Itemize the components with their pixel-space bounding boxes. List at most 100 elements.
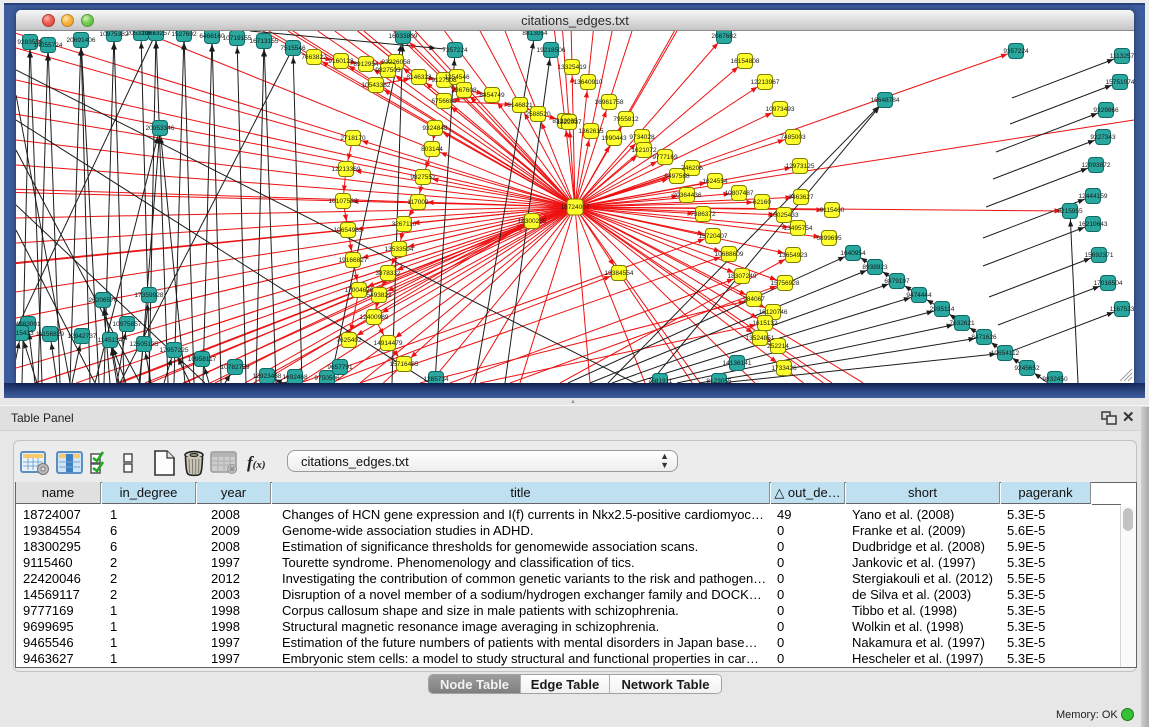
svg-text:19384554: 19384554 (605, 270, 634, 277)
svg-text:1145134: 1145134 (98, 337, 123, 344)
svg-text:6879197: 6879197 (884, 278, 910, 285)
svg-text:10958117: 10958117 (188, 356, 217, 363)
svg-text:10973493: 10973493 (766, 106, 795, 113)
svg-text:12093872: 12093872 (1082, 162, 1111, 169)
svg-text:19166827: 19166827 (339, 257, 368, 264)
svg-text:10107533: 10107533 (329, 198, 358, 205)
svg-text:1362615: 1362615 (578, 128, 604, 135)
svg-text:9474444: 9474444 (906, 292, 932, 299)
svg-text:9357224: 9357224 (1003, 48, 1029, 55)
svg-text:1527602: 1527602 (171, 31, 197, 38)
svg-text:12213369: 12213369 (332, 166, 361, 173)
svg-text:2367608: 2367608 (451, 87, 477, 94)
svg-text:7663822: 7663822 (301, 54, 327, 61)
svg-text:1640954: 1640954 (840, 250, 866, 257)
svg-text:2718170: 2718170 (340, 135, 366, 142)
svg-text:15692371: 15692371 (1085, 252, 1114, 259)
svg-text:16648784: 16648784 (871, 97, 900, 104)
svg-text:10719155: 10719155 (223, 35, 252, 42)
svg-text:10654112: 10654112 (991, 350, 1020, 357)
svg-text:7955812: 7955812 (613, 116, 639, 123)
svg-text:23226058: 23226058 (382, 59, 411, 66)
svg-text:10025433: 10025433 (770, 212, 799, 219)
svg-text:1285734: 1285734 (423, 376, 449, 383)
svg-text:984067: 984067 (743, 296, 765, 303)
svg-text:1733426: 1733426 (771, 365, 797, 372)
svg-text:8215955: 8215955 (1057, 208, 1083, 215)
svg-text:1692468: 1692468 (282, 374, 308, 381)
svg-text:9832450: 9832450 (1042, 376, 1068, 383)
svg-text:5493822: 5493822 (366, 292, 392, 299)
svg-text:14914479: 14914479 (374, 340, 403, 347)
svg-text:20364436: 20364436 (673, 192, 702, 199)
svg-text:8454749: 8454749 (479, 92, 505, 99)
svg-text:1113257: 1113257 (1110, 53, 1134, 60)
svg-text:10653257: 10653257 (142, 31, 171, 37)
svg-text:9324848: 9324848 (422, 125, 448, 132)
svg-text:18307249: 18307249 (728, 273, 757, 280)
svg-text:9827552: 9827552 (410, 174, 436, 181)
svg-text:7357224: 7357224 (442, 47, 468, 54)
svg-text:1254546: 1254546 (444, 74, 470, 81)
svg-text:9463627: 9463627 (788, 194, 814, 201)
svg-text:26206576: 26206576 (89, 297, 118, 304)
svg-text:7625402: 7625402 (336, 337, 362, 344)
svg-text:8938923: 8938923 (862, 264, 888, 271)
svg-text:803144: 803144 (421, 146, 443, 153)
svg-text:13524851: 13524851 (746, 335, 775, 342)
svg-text:15751074: 15751074 (1106, 79, 1134, 86)
svg-text:13640910: 13640910 (574, 79, 603, 86)
svg-text:9146821: 9146821 (507, 102, 533, 109)
svg-text:17016504: 17016504 (1094, 280, 1123, 287)
svg-text:15756928: 15756928 (771, 280, 800, 287)
svg-text:17359928: 17359928 (135, 292, 164, 299)
svg-text:2087682: 2087682 (711, 33, 737, 40)
svg-text:20691406: 20691406 (67, 37, 96, 44)
svg-text:6756685: 6756685 (431, 98, 457, 105)
svg-text:12213967: 12213967 (751, 79, 780, 86)
svg-text:252214: 252214 (767, 343, 789, 350)
svg-text:12400989: 12400989 (360, 314, 389, 321)
svg-text:13325419: 13325419 (558, 64, 587, 71)
svg-text:17957225: 17957225 (160, 347, 189, 354)
svg-text:7632621: 7632621 (949, 320, 975, 327)
svg-text:6899695: 6899695 (816, 235, 842, 242)
svg-text:7386372: 7386372 (690, 211, 716, 218)
svg-text:10543382: 10543382 (362, 82, 391, 89)
svg-text:10975382: 10975382 (100, 31, 129, 38)
svg-text:9329966: 9329966 (1093, 107, 1119, 114)
svg-text:16210643: 16210643 (1079, 221, 1108, 228)
svg-text:9750506: 9750506 (314, 375, 340, 382)
svg-text:8123055: 8123055 (706, 378, 732, 383)
svg-text:16154808: 16154808 (731, 58, 760, 65)
svg-text:746206: 746206 (681, 165, 703, 172)
svg-text:14136141: 14136141 (723, 360, 752, 367)
svg-text:20053346: 20053346 (146, 125, 175, 132)
svg-text:16033809: 16033809 (389, 33, 418, 40)
svg-text:62160: 62160 (753, 199, 771, 206)
svg-text:3915433: 3915433 (16, 330, 34, 337)
svg-text:9160123: 9160123 (328, 58, 354, 65)
svg-text:9777169: 9777169 (652, 154, 678, 161)
svg-text:1322037: 1322037 (556, 119, 582, 126)
svg-text:8813054: 8813054 (522, 31, 548, 37)
svg-text:12973125: 12973125 (786, 163, 815, 170)
svg-text:2935114: 2935114 (930, 306, 955, 313)
svg-text:9245652: 9245652 (1014, 365, 1040, 372)
svg-text:8146323: 8146323 (406, 74, 432, 81)
svg-text:11156829: 11156829 (36, 331, 64, 338)
svg-text:14055724: 14055724 (34, 42, 63, 49)
svg-text:10782759: 10782759 (221, 364, 250, 371)
svg-text:18300295: 18300295 (518, 218, 547, 225)
svg-text:16713155: 16713155 (250, 38, 279, 45)
svg-text:9657791: 9657791 (327, 364, 353, 371)
svg-text:19218506: 19218506 (537, 47, 566, 54)
svg-text:7485003: 7485003 (780, 134, 806, 141)
svg-text:10975857: 10975857 (113, 321, 142, 328)
svg-text:2588520: 2588520 (525, 111, 551, 118)
svg-text:10807487: 10807487 (725, 190, 754, 197)
svg-text:13654923: 13654923 (779, 252, 808, 259)
svg-text:1624554: 1624554 (702, 178, 728, 185)
svg-text:9115460: 9115460 (820, 207, 845, 214)
svg-text:1990443: 1990443 (601, 135, 627, 142)
